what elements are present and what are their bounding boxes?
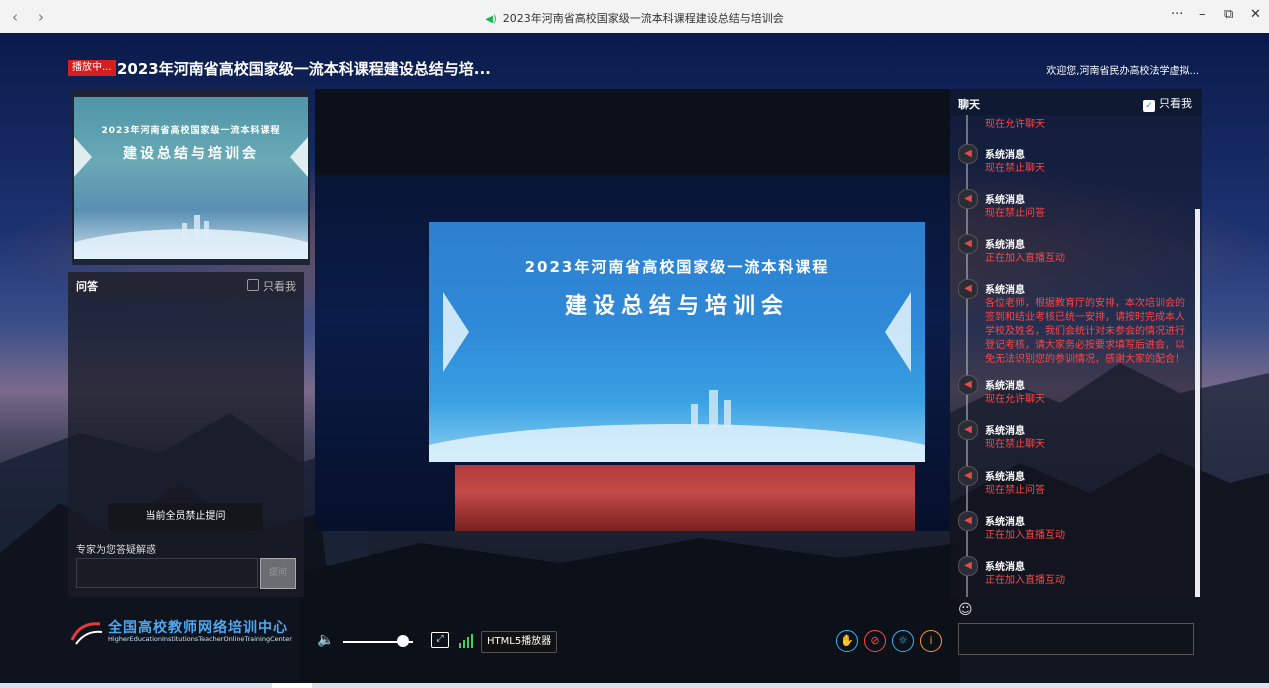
brand-name-en: HigherEducationInstitutionsTeacherOnline… bbox=[108, 635, 292, 643]
chat-message-sender: 系统消息 bbox=[985, 285, 1025, 296]
microphone-icon[interactable]: ⊘ bbox=[864, 630, 886, 652]
chat-message-input[interactable] bbox=[958, 623, 1194, 655]
close-icon[interactable]: ✕ bbox=[1250, 7, 1261, 22]
slide-thumbnail-image: 2023年河南省高校国家级一流本科课程 建设总结与培训会 bbox=[74, 97, 308, 259]
brand-name-cn: 全国高校教师网络培训中心 bbox=[108, 620, 288, 636]
speaker-muted-icon: ◀ bbox=[958, 466, 978, 486]
taskbar-strip bbox=[0, 683, 1269, 688]
window-titlebar: ‹ › ◀) 2023年河南省高校国家级一流本科课程建设总结与培训会 ··· – … bbox=[0, 0, 1269, 34]
qa-submit-button[interactable]: 提问 bbox=[260, 558, 296, 589]
signal-strength-icon bbox=[459, 634, 473, 648]
chat-message-sender: 系统消息 bbox=[985, 426, 1025, 437]
checkmark-icon: ✓ bbox=[1143, 100, 1155, 112]
speaker-muted-icon: ◀ bbox=[958, 420, 978, 440]
thumbnail-decoration bbox=[74, 137, 308, 259]
taskbar-tab[interactable] bbox=[272, 683, 312, 688]
chat-message-sender: 系统消息 bbox=[985, 517, 1025, 528]
chat-message-sender: 系统消息 bbox=[985, 195, 1025, 206]
chat-message-text: 现在禁止聊天 bbox=[985, 439, 1045, 450]
chat-message-text: 正在加入直播互动 bbox=[985, 253, 1065, 264]
picture-in-picture-icon[interactable]: ⤢ bbox=[431, 632, 449, 648]
qa-hint-label: 专家为您答疑解惑 bbox=[76, 545, 156, 556]
qa-panel: 问答 只看我 当前全员禁止提问 专家为您答疑解惑 提问 bbox=[68, 272, 304, 597]
chat-message-sender: 系统消息 bbox=[985, 381, 1025, 392]
chat-message-text: 现在允许聊天 bbox=[985, 119, 1045, 130]
chat-message-sender: 系统消息 bbox=[985, 562, 1025, 573]
window-title: ◀) 2023年河南省高校国家级一流本科课程建设总结与培训会 bbox=[485, 12, 784, 25]
restore-icon[interactable]: ⧉ bbox=[1224, 7, 1233, 22]
chat-message-text: 现在禁止问答 bbox=[985, 485, 1045, 496]
settings-icon[interactable]: ☼ bbox=[892, 630, 914, 652]
chat-title: 聊天 bbox=[958, 98, 980, 111]
video-player[interactable]: 2023年河南省高校国家级一流本科课程 建设总结与培训会 bbox=[315, 89, 950, 531]
chat-message-sender: 系统消息 bbox=[985, 240, 1025, 251]
page-title: 2023年河南省高校国家级一流本科课程建设总结与培... bbox=[117, 60, 491, 78]
speaker-muted-icon: ◀ bbox=[958, 556, 978, 576]
raise-hand-icon[interactable]: ✋ bbox=[836, 630, 858, 652]
brand-emblem-icon bbox=[70, 622, 103, 645]
screen-decoration bbox=[429, 292, 925, 462]
speaker-muted-icon: ◀ bbox=[958, 234, 978, 254]
chat-message-text: 现在禁止聊天 bbox=[985, 163, 1045, 174]
player-type-button[interactable]: HTML5播放器 bbox=[481, 631, 558, 653]
qa-only-me-checkbox[interactable]: 只看我 bbox=[247, 278, 296, 294]
chat-only-me-checkbox[interactable]: ✓ 只看我 bbox=[1143, 95, 1192, 112]
emoji-icon[interactable]: ☺ bbox=[958, 602, 973, 618]
live-status-badge: 播放中... bbox=[68, 60, 116, 76]
checkbox-icon bbox=[247, 279, 259, 291]
speaker-muted-icon: ◀ bbox=[958, 375, 978, 395]
volume-slider-handle[interactable] bbox=[396, 635, 409, 647]
video-led-screen: 2023年河南省高校国家级一流本科课程 建设总结与培训会 bbox=[429, 222, 925, 462]
video-stage-platform bbox=[455, 465, 915, 531]
chat-message-text: 各位老师，根据教育厅的安排，本次培训会的签到和结业考核已统一安排，请按时完成本人… bbox=[985, 298, 1185, 365]
speaker-muted-icon: ◀ bbox=[958, 511, 978, 531]
welcome-user-text[interactable]: 欢迎您,河南省民办高校法学虚拟... bbox=[1046, 62, 1199, 77]
speaker-muted-icon: ◀ bbox=[958, 279, 978, 299]
qa-ban-notice: 当前全员禁止提问 bbox=[108, 503, 263, 531]
chat-header: 聊天 ✓ 只看我 bbox=[950, 89, 1202, 115]
volume-icon[interactable]: 🔈 bbox=[317, 632, 334, 648]
chat-message-text: 现在允许聊天 bbox=[985, 394, 1045, 405]
chat-message-text: 正在加入直播互动 bbox=[985, 575, 1065, 586]
chat-message-text: 现在禁止问答 bbox=[985, 208, 1045, 219]
chat-message-sender: 系统消息 bbox=[985, 472, 1025, 483]
more-icon[interactable]: ··· bbox=[1171, 7, 1183, 22]
minimize-icon[interactable]: – bbox=[1199, 7, 1206, 22]
qa-question-input[interactable] bbox=[76, 558, 258, 588]
slide-thumbnail[interactable]: 2023年河南省高校国家级一流本科课程 建设总结与培训会 bbox=[72, 89, 310, 265]
chat-message-sender: 系统消息 bbox=[985, 150, 1025, 161]
qa-title: 问答 bbox=[76, 280, 98, 293]
info-icon[interactable]: i bbox=[920, 630, 942, 652]
player-controls: 🔈 ⤢ HTML5播放器 ✋ ⊘ ☼ i bbox=[315, 622, 950, 662]
chat-panel: 聊天 ✓ 只看我 现在允许聊天 ◀ 系统消息 现在禁止聊天 ◀ 系统消息 现在禁止… bbox=[950, 89, 1202, 597]
speaker-muted-icon: ◀ bbox=[958, 189, 978, 209]
chat-message-text: 正在加入直播互动 bbox=[985, 530, 1065, 541]
brand-logo: 全国高校教师网络培训中心 HigherEducationInstitutions… bbox=[70, 616, 310, 650]
chat-scrollbar[interactable] bbox=[1195, 209, 1200, 597]
qa-header: 问答 只看我 bbox=[68, 272, 304, 298]
speaker-muted-icon: ◀ bbox=[958, 144, 978, 164]
speaker-icon: ◀) bbox=[485, 14, 497, 25]
